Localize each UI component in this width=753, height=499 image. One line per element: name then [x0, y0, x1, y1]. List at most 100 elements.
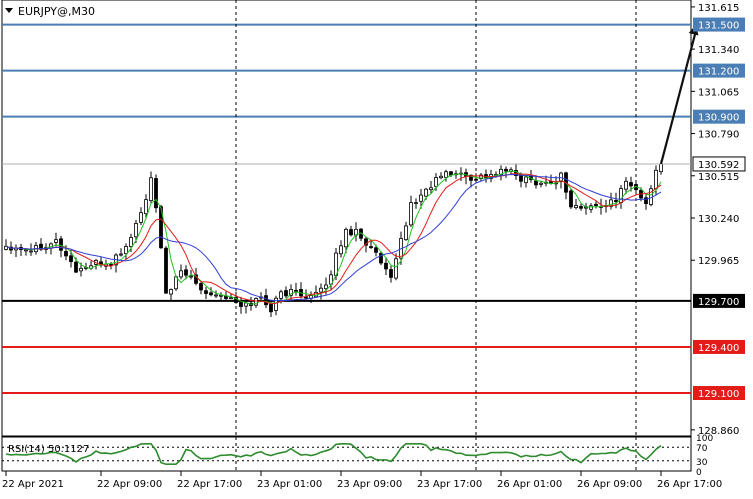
candle-body: [589, 205, 593, 210]
candle-body: [409, 202, 413, 226]
current-price-label: 130.592: [692, 156, 746, 172]
price-tick-label: 129.965: [698, 256, 739, 267]
candle-body: [519, 174, 523, 182]
candle-body: [139, 212, 143, 223]
candle-body: [419, 194, 423, 202]
candle-body: [424, 188, 428, 197]
time-tick-label: 22 Apr 2021: [2, 479, 64, 490]
candle-body: [269, 303, 273, 313]
candle-body: [504, 168, 508, 172]
candle-body: [369, 246, 373, 248]
candle-body: [294, 289, 298, 292]
candle-body: [654, 169, 658, 189]
candle-body: [24, 249, 28, 252]
candle-body: [74, 261, 78, 273]
candle-body: [429, 187, 433, 191]
candle-body: [534, 180, 538, 186]
candle-body: [344, 228, 348, 248]
candle-body: [574, 205, 578, 208]
candle-body: [659, 163, 663, 173]
time-axis[interactable]: 22 Apr 2021 22 Apr 09:00 22 Apr 17:00 23 Ap…: [2, 471, 722, 490]
candle-body: [129, 237, 133, 247]
time-tick-label: 23 Apr 17:00: [417, 479, 482, 490]
candle-body: [219, 294, 223, 297]
candle-body: [374, 247, 378, 253]
candle-body: [614, 200, 618, 202]
time-tick-label: 22 Apr 17:00: [177, 479, 242, 490]
level-label: 130.900: [698, 113, 739, 124]
rsi-tick-label: 0: [696, 468, 702, 478]
price-tick-label: 131.615: [698, 3, 739, 14]
price-tick-label: 130.515: [698, 172, 739, 183]
candle-body: [169, 289, 173, 295]
level-labels: 131.500 131.200 130.900 129.700 129.400 129.1…: [693, 17, 745, 401]
candle-body: [319, 287, 323, 293]
time-tick-label: 22 Apr 09:00: [97, 479, 162, 490]
candle-body: [434, 177, 438, 187]
candle-body: [439, 175, 443, 179]
time-tick-label: 26 Apr 17:00: [657, 479, 722, 490]
candle-body: [69, 255, 73, 262]
candle-body: [474, 178, 478, 181]
candle-body: [149, 177, 153, 202]
candle-body: [524, 176, 528, 184]
candle-body: [324, 284, 328, 290]
candle-body: [349, 229, 353, 236]
chart-window: EURJPY@,M30 131.615 131.340 131.065 130.790…: [1, 0, 746, 490]
time-tick-label: 23 Apr 09:00: [337, 479, 402, 490]
candle-body: [64, 251, 68, 257]
rsi-tick-label: 100: [696, 434, 713, 444]
candle-body: [144, 199, 148, 215]
candle-body: [539, 182, 543, 185]
rsi-axis: 10070 300: [696, 434, 713, 478]
candle-body: [189, 275, 193, 278]
candle-body: [384, 262, 388, 270]
price-tick-label: 131.065: [698, 87, 739, 98]
candle-body: [229, 297, 233, 300]
level-label: 129.700: [698, 297, 739, 308]
candle-body: [119, 253, 123, 256]
candle-body: [284, 290, 288, 297]
current-price-text: 130.592: [698, 160, 739, 171]
candle-body: [414, 202, 418, 205]
level-label: 131.500: [698, 21, 739, 32]
candle-body: [624, 180, 628, 190]
price-tick-label: 130.240: [698, 214, 739, 225]
candle-body: [569, 190, 573, 208]
candle-body: [254, 298, 258, 306]
rsi-tick-label: 70: [696, 444, 708, 454]
candle-body: [199, 283, 203, 291]
chart-title: EURJPY@,M30: [18, 5, 95, 18]
candle-body: [404, 225, 408, 241]
candle-body: [594, 203, 598, 207]
candle-body: [244, 302, 248, 307]
candle-body: [339, 245, 343, 255]
candle-body: [394, 258, 398, 279]
rsi-label: RSI(14) 50.1127: [8, 444, 89, 455]
level-label: 131.200: [698, 67, 739, 78]
candle-body: [79, 267, 83, 272]
symbol-header[interactable]: EURJPY@,M30: [5, 5, 95, 18]
price-tick-label: 131.340: [698, 45, 739, 56]
candle-body: [179, 270, 183, 278]
candle-body: [209, 292, 213, 296]
candle-body: [629, 182, 633, 187]
candle-body: [204, 290, 208, 294]
candle-body: [54, 239, 58, 243]
candle-body: [134, 223, 138, 238]
candle-body: [279, 291, 283, 299]
price-tick-label: 130.790: [698, 130, 739, 141]
candle-body: [379, 252, 383, 264]
rsi-tick-label: 30: [696, 458, 708, 468]
level-label: 129.100: [698, 389, 739, 400]
candle-body: [59, 238, 63, 251]
candle-body: [124, 246, 128, 255]
candle-body: [29, 250, 33, 253]
candle-body: [274, 297, 278, 311]
candle-body: [164, 247, 168, 294]
candle-body: [154, 178, 158, 209]
time-tick-label: 23 Apr 01:00: [257, 479, 322, 490]
candle-body: [184, 269, 188, 276]
price-pane[interactable]: [1, 0, 692, 437]
rsi-pane[interactable]: [1, 436, 692, 472]
